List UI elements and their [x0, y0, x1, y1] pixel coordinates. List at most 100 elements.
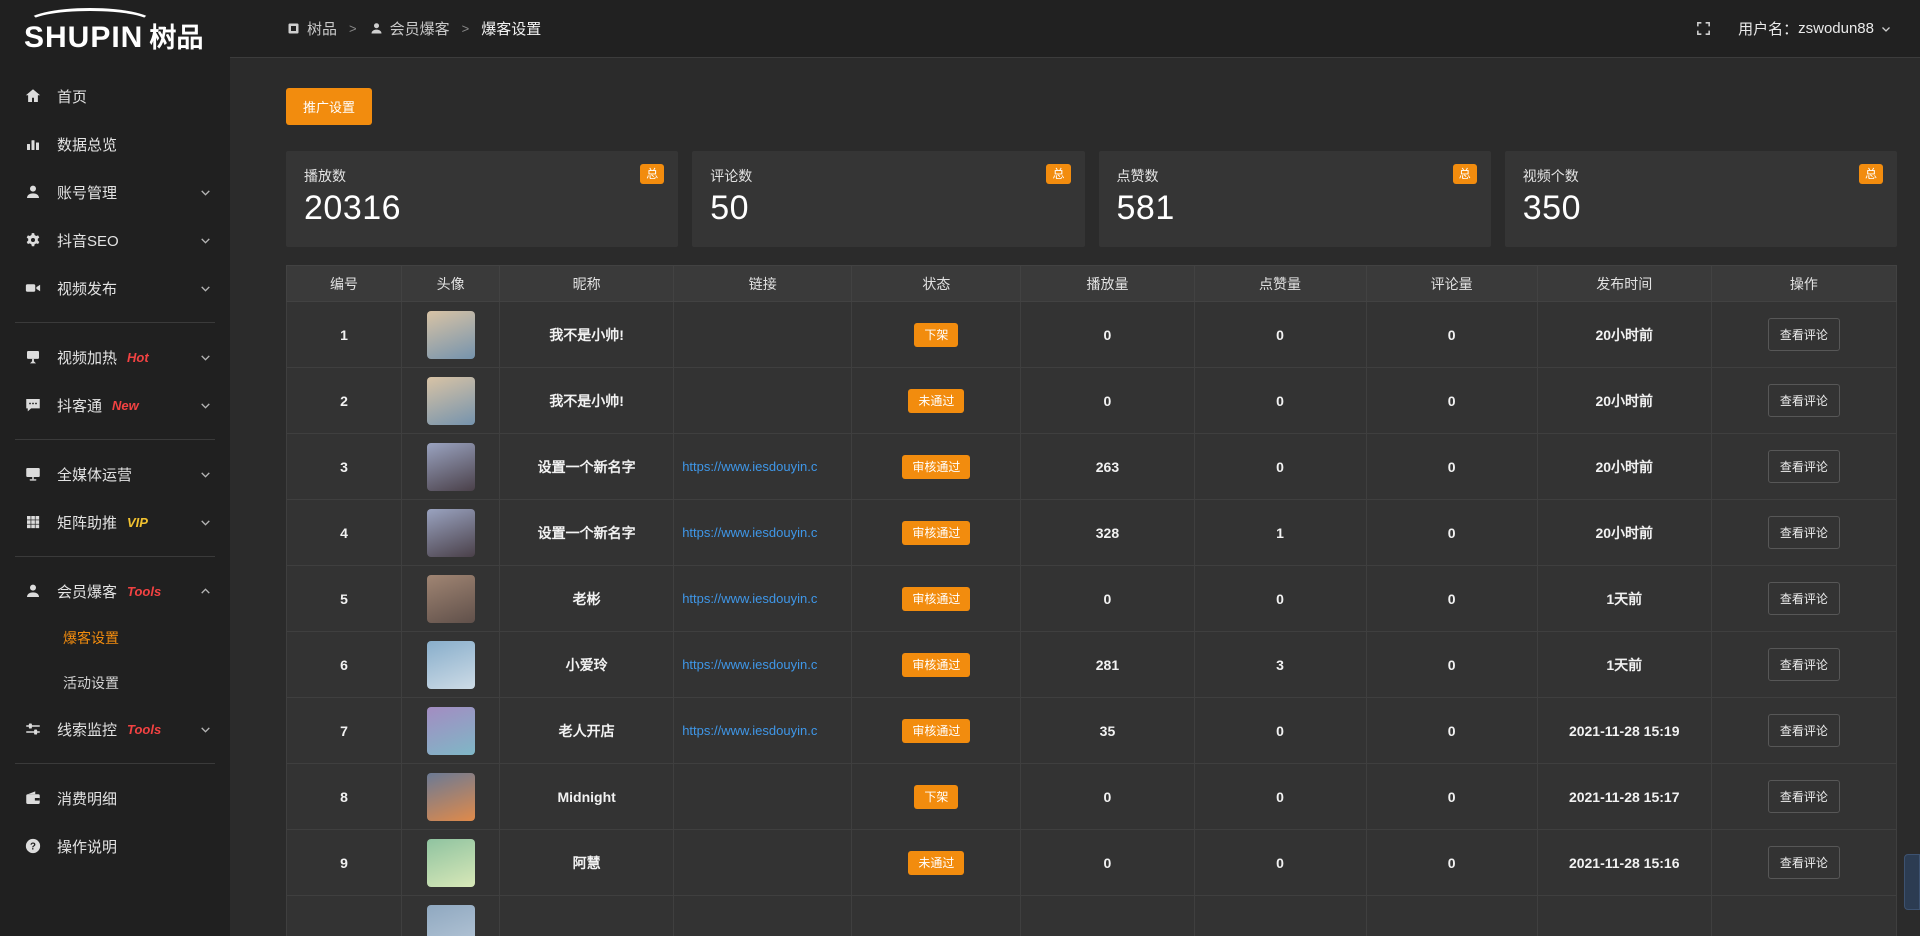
view-comments-button[interactable]: 查看评论 — [1768, 846, 1840, 879]
column-header-播放量: 播放量 — [1021, 266, 1194, 302]
cell-avatar — [402, 566, 500, 632]
cell-plays: 0 — [1021, 368, 1194, 434]
view-comments-button[interactable]: 查看评论 — [1768, 582, 1840, 615]
cell-nickname — [500, 896, 674, 936]
sidebar-item-操作说明[interactable]: ?操作说明 — [0, 822, 230, 870]
total-badge: 总 — [1859, 164, 1883, 184]
total-badge: 总 — [1046, 164, 1070, 184]
cell-time: 20小时前 — [1537, 368, 1711, 434]
cell-id: 4 — [287, 500, 402, 566]
video-icon — [24, 279, 42, 297]
sidebar-subitem-活动设置[interactable]: 活动设置 — [0, 660, 230, 705]
table-row: 2我不是小帅!未通过00020小时前查看评论 — [287, 368, 1897, 434]
cell-time: 2021-11-28 15:17 — [1537, 764, 1711, 830]
sidebar-item-矩阵助推[interactable]: 矩阵助推VIP — [0, 498, 230, 546]
video-link[interactable]: https://www.iesdouyin.c — [674, 657, 851, 672]
table-row — [287, 896, 1897, 936]
video-link[interactable]: https://www.iesdouyin.c — [674, 591, 851, 606]
cell-avatar — [402, 632, 500, 698]
cell-likes: 1 — [1194, 500, 1366, 566]
cell-nickname: Midnight — [500, 764, 674, 830]
sidebar-item-badge: Hot — [127, 350, 149, 365]
sidebar-item-视频加热[interactable]: 视频加热 Hot — [0, 333, 230, 381]
column-header-头像: 头像 — [402, 266, 500, 302]
cell-action: 查看评论 — [1711, 764, 1896, 830]
sidebar-item-label: 全媒体运营 — [57, 464, 132, 485]
status-badge: 审核通过 — [902, 587, 970, 611]
cell-avatar — [402, 368, 500, 434]
sidebar-item-抖客通[interactable]: 抖客通New — [0, 381, 230, 429]
stat-card-value: 581 — [1117, 189, 1473, 228]
cell-status: 审核通过 — [852, 566, 1021, 632]
logo-text-cn: 树品 — [149, 23, 203, 53]
sidebar-item-抖音SEO[interactable]: 抖音SEO — [0, 216, 230, 264]
user-menu[interactable]: 用户名：zswodun88 — [1738, 18, 1892, 39]
table-row: 3设置一个新名字https://www.iesdouyin.c审核通过26300… — [287, 434, 1897, 500]
cell-action: 查看评论 — [1711, 368, 1896, 434]
video-link[interactable]: https://www.iesdouyin.c — [674, 525, 851, 540]
cell-link: https://www.iesdouyin.c — [674, 632, 852, 698]
app: SHUPIN树品 首页数据总览账号管理抖音SEO视频发布视频加热Hot抖客通Ne… — [0, 0, 1920, 936]
breadcrumb-label: 会员爆客 — [390, 18, 450, 39]
chat-widget[interactable] — [1904, 854, 1920, 910]
column-header-评论量: 评论量 — [1366, 266, 1537, 302]
sidebar-item-badge: Tools — [127, 722, 161, 737]
cell-link: https://www.iesdouyin.c — [674, 698, 852, 764]
chevron-down-icon — [199, 468, 212, 481]
breadcrumb-item-会员爆客[interactable]: 会员爆客 — [369, 18, 450, 39]
view-comments-button[interactable]: 查看评论 — [1768, 384, 1840, 417]
stat-card-value: 350 — [1523, 189, 1879, 228]
help-icon: ? — [24, 837, 42, 855]
chevron-down-icon — [199, 399, 212, 412]
column-header-编号: 编号 — [287, 266, 402, 302]
sidebar-item-账号管理[interactable]: 账号管理 — [0, 168, 230, 216]
videos-table: 编号头像昵称链接状态播放量点赞量评论量发布时间操作1我不是小帅!下架00020小… — [286, 265, 1897, 936]
fullscreen-icon[interactable] — [1695, 20, 1712, 37]
sidebar-item-label: 视频加热 — [57, 347, 117, 368]
sidebar-item-首页[interactable]: 首页 — [0, 72, 230, 120]
breadcrumb: 树品>会员爆客>爆客设置 — [286, 18, 541, 39]
table-row: 4设置一个新名字https://www.iesdouyin.c审核通过32810… — [287, 500, 1897, 566]
avatar — [427, 707, 475, 755]
sidebar-item-消费明细[interactable]: 消费明细 — [0, 774, 230, 822]
grid-icon — [24, 513, 42, 531]
view-comments-button[interactable]: 查看评论 — [1768, 648, 1840, 681]
breadcrumb-item-树品[interactable]: 树品 — [286, 18, 337, 39]
sidebar-item-线索监控[interactable]: 线索监控Tools — [0, 705, 230, 753]
promo-settings-button[interactable]: 推广设置 — [286, 88, 372, 125]
cell-comments: 0 — [1366, 500, 1537, 566]
topbar: 树品>会员爆客>爆客设置 用户名：zswodun88 — [230, 0, 1920, 58]
video-link[interactable]: https://www.iesdouyin.c — [674, 459, 851, 474]
cell-link: https://www.iesdouyin.c — [674, 434, 852, 500]
cell-nickname: 设置一个新名字 — [500, 434, 674, 500]
cell-status: 审核通过 — [852, 500, 1021, 566]
sidebar-item-数据总览[interactable]: 数据总览 — [0, 120, 230, 168]
sidebar-item-会员爆客[interactable]: 会员爆客Tools — [0, 567, 230, 615]
video-link[interactable]: https://www.iesdouyin.c — [674, 723, 851, 738]
view-comments-button[interactable]: 查看评论 — [1768, 450, 1840, 483]
view-comments-button[interactable]: 查看评论 — [1768, 318, 1840, 351]
heat-icon — [24, 348, 42, 366]
column-header-状态: 状态 — [852, 266, 1021, 302]
cell-time: 2021-11-28 15:16 — [1537, 830, 1711, 896]
status-badge: 审核通过 — [902, 455, 970, 479]
cell-avatar — [402, 434, 500, 500]
sidebar-item-badge: Tools — [127, 584, 161, 599]
sidebar-item-视频发布[interactable]: 视频发布 — [0, 264, 230, 312]
wallet-icon — [24, 789, 42, 807]
view-comments-button[interactable]: 查看评论 — [1768, 780, 1840, 813]
sidebar-item-全媒体运营[interactable]: 全媒体运营 — [0, 450, 230, 498]
sidebar-item-label: 抖客通 — [57, 395, 102, 416]
view-comments-button[interactable]: 查看评论 — [1768, 516, 1840, 549]
cell-id: 3 — [287, 434, 402, 500]
sidebar-subitem-爆客设置[interactable]: 爆客设置 — [0, 615, 230, 660]
cell-status: 审核通过 — [852, 434, 1021, 500]
member-icon — [24, 582, 42, 600]
chart-icon — [24, 135, 42, 153]
table-row: 5老彬https://www.iesdouyin.c审核通过0001天前查看评论 — [287, 566, 1897, 632]
chevron-down-icon — [199, 723, 212, 736]
svg-text:?: ? — [30, 841, 36, 852]
breadcrumb-item-爆客设置: 爆客设置 — [481, 18, 541, 39]
cell-time — [1537, 896, 1711, 936]
view-comments-button[interactable]: 查看评论 — [1768, 714, 1840, 747]
